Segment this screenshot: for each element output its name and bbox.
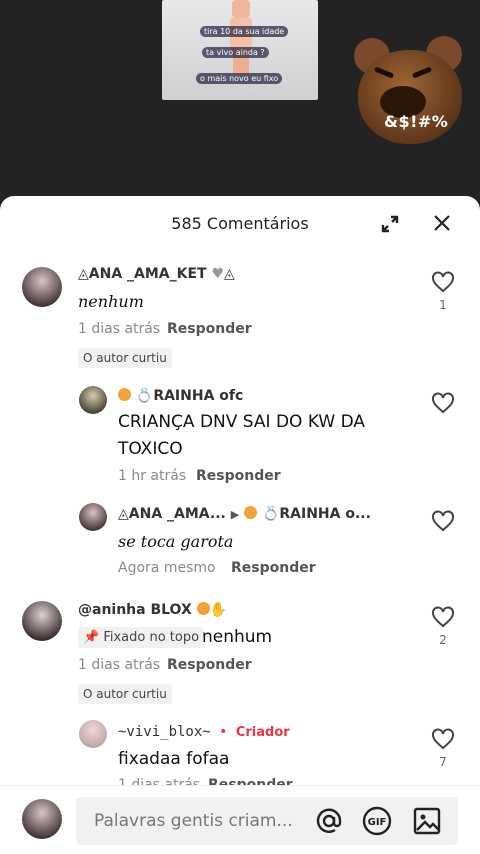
comment-input-bar: Palavras gentis criam... GIF [0,785,480,854]
comment-username[interactable]: 💍RAINHA ofc [118,388,243,404]
triangle-icon: ◬ [224,266,235,282]
heart-icon[interactable] [431,510,455,532]
comment-time: 1 dias atrás [78,321,161,337]
comments-sheet: 585 Comentários ◬ANA _AMA_KET ♥◬ nenhum … [0,196,480,854]
video-background[interactable]: tira 10 da sua idade ta vivo ainda ? o m… [0,0,480,210]
avatar[interactable] [79,503,107,531]
sticker-text: &$!#% [384,112,449,131]
author-liked-badge: O autor curtiu [78,348,172,368]
emoji-icon [118,388,131,401]
expand-icon[interactable] [380,214,400,234]
emoji-icon [196,602,210,615]
comment-time: 1 hr atrás [118,468,187,484]
close-icon[interactable] [432,213,452,233]
emoji-icon [244,506,258,519]
comment-text-line: TOXICO [118,439,183,459]
comment-text: nenhum [202,627,273,647]
cast-icon: ✋ [209,602,228,618]
comments-count-title: 585 Comentários [171,214,309,233]
like-count: 2 [439,633,447,647]
video-thumbnail: tira 10 da sua idade ta vivo ainda ? o m… [162,0,318,100]
avatar[interactable] [22,601,62,641]
image-icon[interactable] [412,806,442,836]
comment-username[interactable]: @aninha BLOX ✋ [78,602,227,618]
heart-icon[interactable] [431,728,455,750]
thumb-caption-2: ta vivo ainda ? [202,47,269,58]
reply-button[interactable]: Responder [231,560,316,576]
pin-icon: 📌 [83,630,100,645]
current-user-avatar [22,799,62,839]
ring-icon: 💍 [135,388,154,404]
avatar[interactable] [22,267,62,307]
comment-text: nenhum [78,292,144,311]
heart-icon[interactable] [431,606,455,628]
comment-time: Agora mesmo [118,560,216,576]
avatar[interactable] [79,386,107,414]
at-icon[interactable] [314,806,344,836]
like-count: 1 [439,298,447,312]
comment-username[interactable]: ◬ANA _AMA... ▶ 💍RAINHA o... [118,506,371,522]
angry-bear-sticker: &$!#% [350,36,468,154]
reply-button[interactable]: Responder [167,321,252,337]
comment-text-line: CRIANÇA DNV SAI DO KW DA [118,412,365,432]
avatar-figure [228,0,254,74]
reply-button[interactable]: Responder [167,657,252,673]
thumb-caption-3: o mais novo eu fixo [196,73,283,84]
avatar[interactable] [79,720,107,748]
comment-username[interactable]: ◬ANA _AMA_KET ♥◬ [78,266,235,282]
separator-dot: • [219,724,228,740]
comment-text: se toca garota [118,532,234,551]
svg-text:GIF: GIF [368,817,387,828]
pinned-badge: 📌 Fixado no topo [78,627,205,648]
heart-icon: ♥ [211,266,225,282]
thumb-caption-1: tira 10 da sua idade [200,26,289,37]
reply-button[interactable]: Responder [196,468,281,484]
author-liked-badge: O autor curtiu [78,684,172,704]
creator-badge: Criador [235,725,290,740]
sheet-header: 585 Comentários [0,196,480,254]
comment-input-placeholder: Palavras gentis criam... [94,811,293,831]
ring-icon: 💍 [261,506,280,522]
comment-time: 1 dias atrás [78,657,161,673]
comment-text: fixadaa fofaa [118,749,230,769]
heart-icon[interactable] [431,271,455,293]
comment-username[interactable]: ~vivi_blox~ • Criador [118,724,290,740]
comment-input[interactable]: Palavras gentis criam... GIF [76,797,458,845]
heart-icon[interactable] [431,392,455,414]
triangle-icon: ◬ [78,266,89,282]
reply-arrow-icon: ▶ [230,508,240,521]
gif-icon[interactable]: GIF [362,806,392,836]
like-count: 7 [439,755,447,769]
triangle-icon: ◬ [118,506,129,522]
